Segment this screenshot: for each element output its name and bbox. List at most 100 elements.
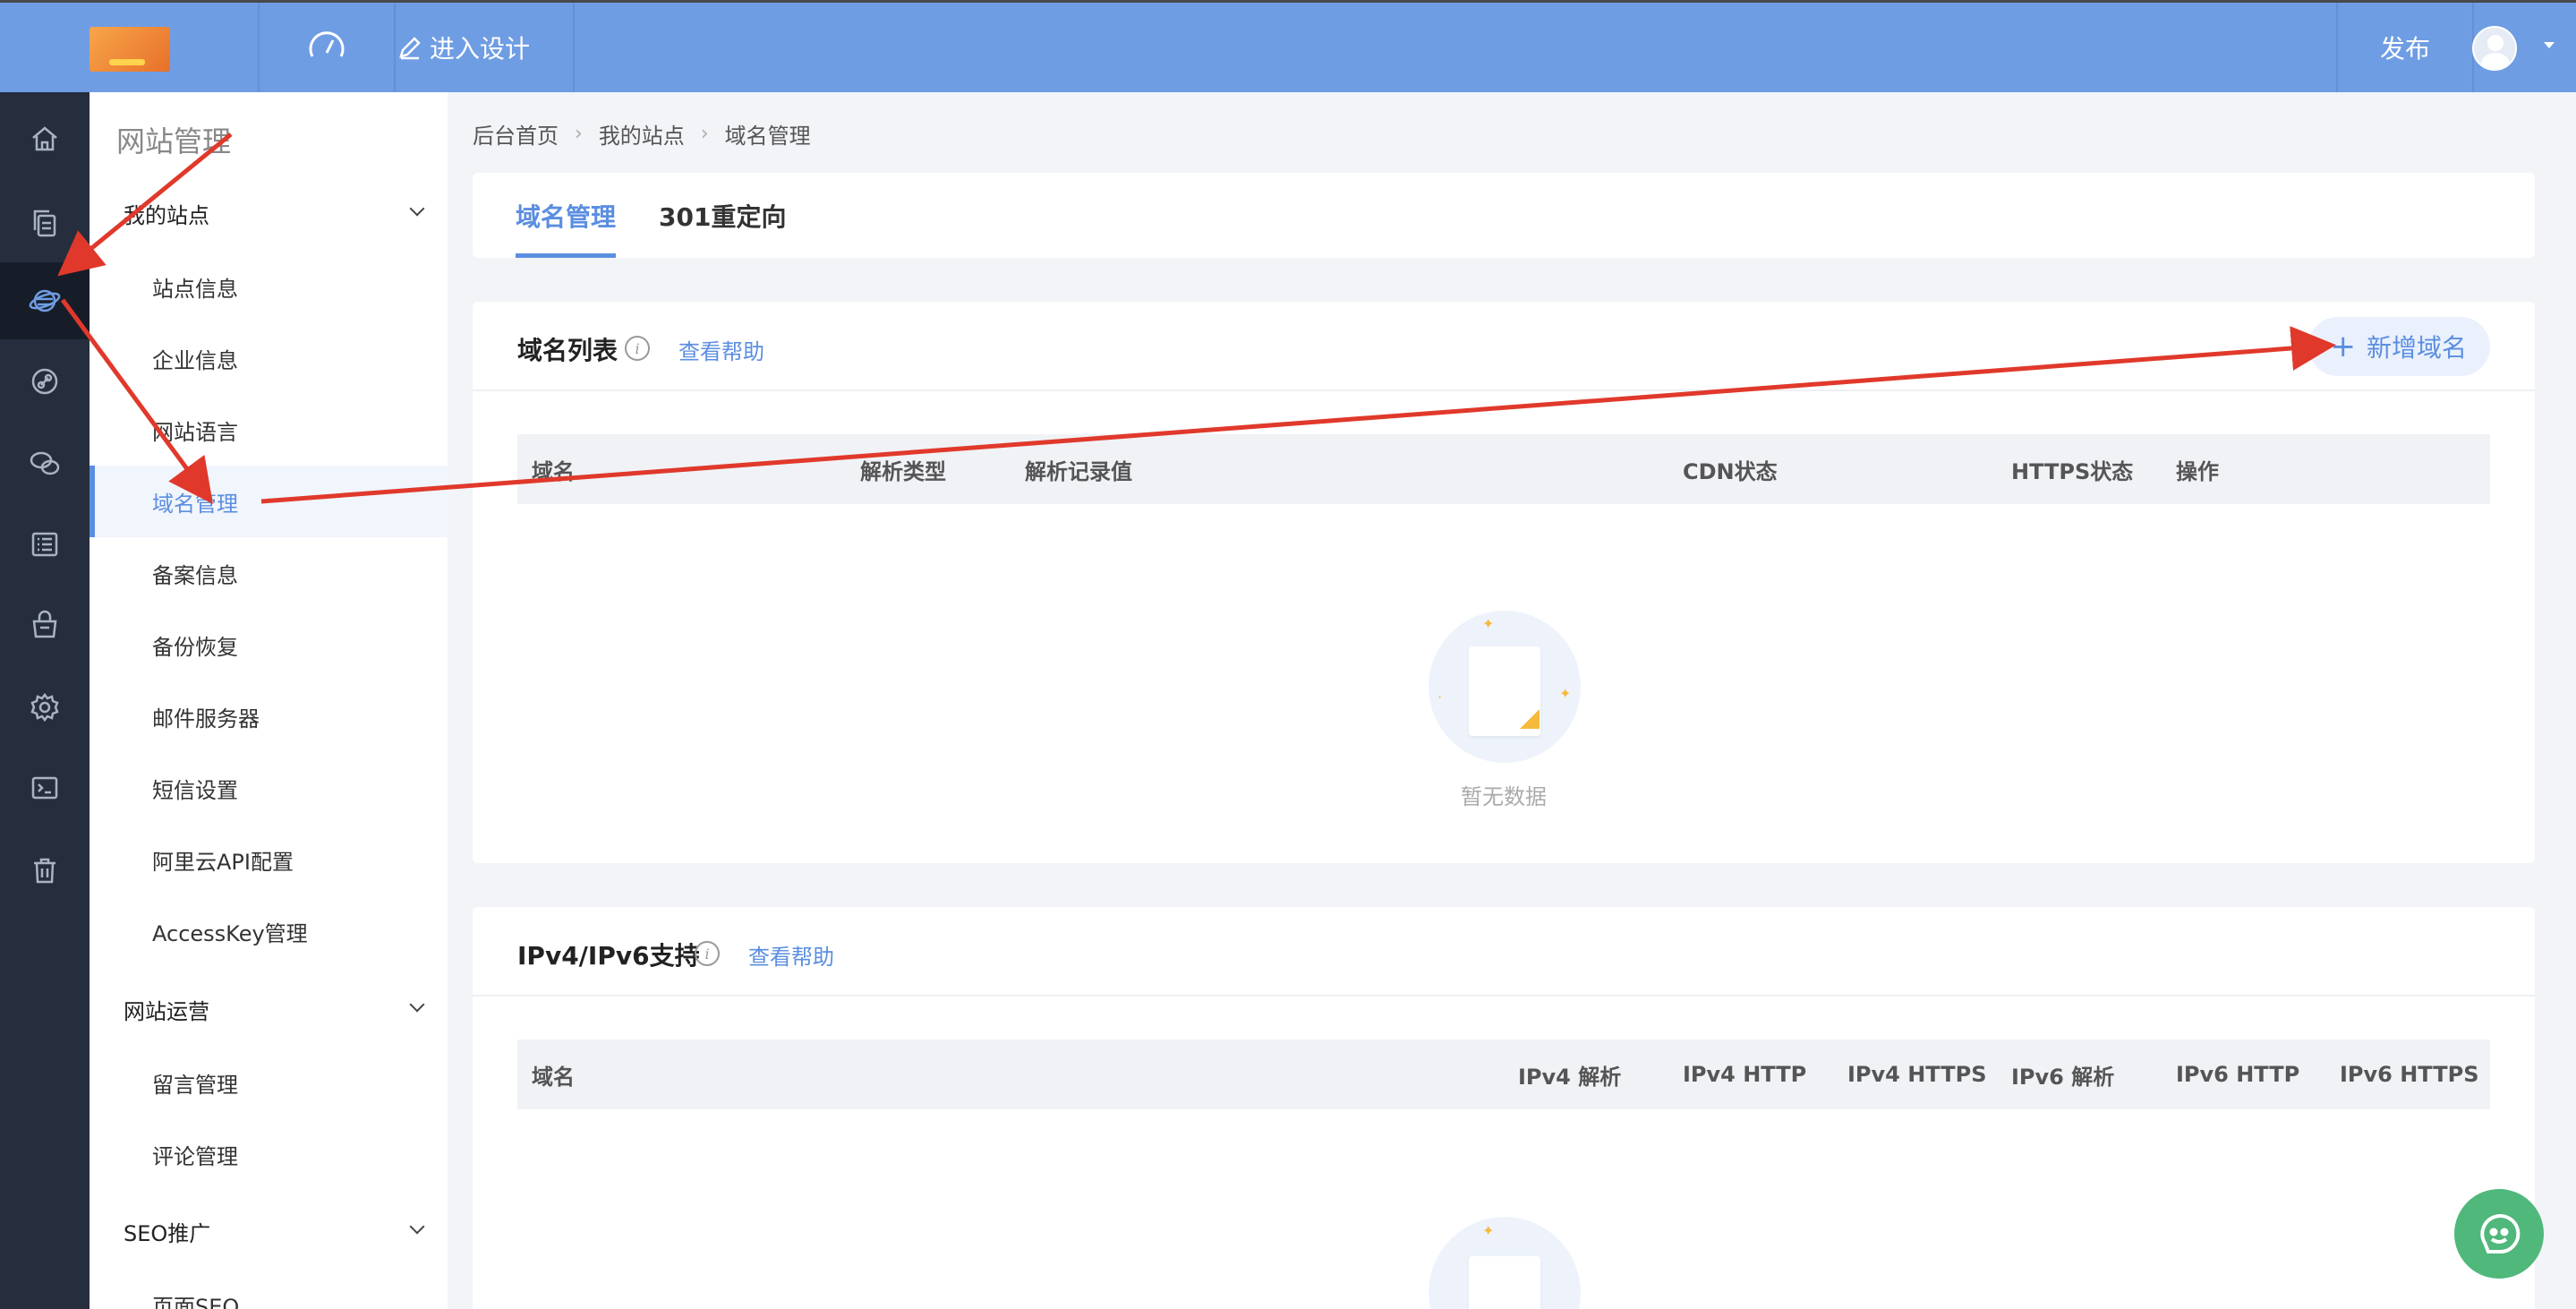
top-bar: 进入设计 发布	[0, 0, 2576, 92]
rail-home[interactable]	[0, 100, 90, 177]
wechat-icon	[30, 451, 60, 475]
menu-group-seo[interactable]: SEO推广	[124, 1216, 428, 1247]
link-icon	[31, 368, 58, 395]
dashboard-speed-button[interactable]	[260, 3, 394, 92]
speedometer-icon	[309, 31, 345, 57]
breadcrumb-my-sites[interactable]: 我的站点	[599, 118, 685, 150]
menu-group-label: 网站运营	[124, 999, 209, 1024]
tab-domain-management[interactable]: 域名管理	[516, 173, 617, 258]
ipv-support-card: IPv4/IPv6支持 i 查看帮助 域名 IPv4 解析 IPv4 HTTP …	[473, 907, 2535, 1309]
publish-button[interactable]: 发布	[2338, 3, 2472, 92]
home-icon	[32, 126, 57, 151]
menu-item-page-seo[interactable]: 页面SEO	[90, 1269, 448, 1309]
list-icon	[31, 532, 58, 557]
chevron-right-icon: ›	[575, 123, 583, 145]
add-domain-label: 新增域名	[2366, 333, 2467, 363]
column-header: 解析类型	[860, 458, 946, 484]
chevron-down-icon	[409, 1219, 425, 1235]
menu-item-icp-info[interactable]: 备案信息	[90, 537, 448, 609]
menu-item-mail-server[interactable]: 邮件服务器	[90, 680, 448, 752]
rail-store[interactable]	[0, 586, 90, 663]
column-header: IPv4 HTTP	[1683, 1062, 1807, 1087]
rail-terminal[interactable]	[0, 749, 90, 826]
rail-links[interactable]	[0, 343, 90, 420]
column-header: IPv4 HTTPS	[1847, 1062, 1987, 1087]
help-link[interactable]: 查看帮助	[678, 334, 764, 365]
terminal-icon	[31, 776, 58, 800]
gear-icon	[30, 692, 59, 723]
tab-301-redirect[interactable]: 301重定向	[659, 173, 786, 258]
column-header: IPv6 HTTP	[2176, 1062, 2300, 1087]
menu-group-label: SEO推广	[124, 1221, 211, 1246]
menu-group-operations[interactable]: 网站运营	[124, 994, 428, 1025]
document-icon	[1469, 1256, 1540, 1309]
menu-item-aliyun-api[interactable]: 阿里云API配置	[90, 824, 448, 895]
store-icon	[32, 610, 57, 638]
menu-item-site-info[interactable]: 站点信息	[90, 251, 448, 322]
ipv-table-header: 域名 IPv4 解析 IPv4 HTTP IPv4 HTTPS IPv6 解析 …	[517, 1040, 2490, 1109]
sparkle-icon: ✦	[1482, 1222, 1495, 1239]
chevron-right-icon: ›	[700, 123, 709, 145]
globe-icon	[29, 289, 61, 312]
rail-wechat[interactable]	[0, 425, 90, 502]
column-header: 域名	[532, 458, 575, 484]
menu-item-company-info[interactable]: 企业信息	[90, 322, 448, 394]
menu-item-site-language[interactable]: 网站语言	[90, 394, 448, 466]
trash-icon	[34, 858, 55, 884]
menu-item-domain-management[interactable]: 域名管理	[90, 466, 448, 537]
side-menu: 网站管理 我的站点 站点信息 企业信息 网站语言 域名管理 备案信息 备份恢复 …	[90, 92, 448, 1309]
menu-item-backup-restore[interactable]: 备份恢复	[90, 609, 448, 680]
ipv-header: IPv4/IPv6支持 i 查看帮助	[473, 907, 2535, 997]
info-icon[interactable]: i	[625, 336, 650, 361]
column-header: IPv6 解析	[2011, 1064, 2115, 1090]
column-header: 操作	[2176, 458, 2219, 484]
publish-label: 发布	[2379, 34, 2430, 64]
icon-rail	[0, 92, 90, 1309]
menu-item-messages[interactable]: 留言管理	[90, 1047, 448, 1118]
user-avatar[interactable]	[2472, 26, 2517, 71]
empty-text: 暂无数据	[1461, 784, 1547, 809]
site-logo[interactable]	[90, 27, 170, 72]
column-header: IPv4 解析	[1518, 1064, 1622, 1090]
add-domain-button[interactable]: + 新增域名	[2308, 317, 2490, 376]
caret-down-icon[interactable]	[2544, 42, 2555, 48]
tabs-card: 域名管理 301重定向	[473, 173, 2535, 258]
rail-trash[interactable]	[0, 832, 90, 909]
domain-table-header: 域名 解析类型 解析记录值 CDN状态 HTTPS状态 操作	[517, 434, 2490, 504]
rail-pages[interactable]	[0, 184, 90, 261]
rail-website[interactable]	[0, 262, 90, 339]
sparkle-icon: ✦	[1559, 685, 1572, 702]
domain-list-card: 域名列表 i 查看帮助 + 新增域名 域名 解析类型 解析记录值 CDN状态 H…	[473, 302, 2535, 863]
chat-icon	[2480, 1214, 2521, 1254]
menu-item-accesskey[interactable]: AccessKey管理	[90, 895, 448, 967]
menu-item-comments[interactable]: 评论管理	[90, 1118, 448, 1190]
domain-list-title: 域名列表	[517, 336, 618, 365]
column-header: 域名	[532, 1064, 575, 1090]
column-header: 解析记录值	[1025, 458, 1132, 484]
pencil-icon	[399, 37, 421, 60]
rail-settings[interactable]	[0, 669, 90, 746]
menu-group-my-sites[interactable]: 我的站点	[124, 198, 428, 229]
divider	[573, 3, 575, 92]
breadcrumb-home[interactable]: 后台首页	[473, 118, 559, 150]
enter-design-button[interactable]: 进入设计	[394, 3, 573, 92]
pages-icon	[33, 210, 56, 237]
ipv-title: IPv4/IPv6支持	[517, 941, 700, 971]
chevron-down-icon	[409, 201, 425, 217]
column-header: IPv6 HTTPS	[2340, 1062, 2479, 1087]
menu-item-sms-settings[interactable]: 短信设置	[90, 752, 448, 824]
breadcrumb-current: 域名管理	[724, 124, 811, 149]
sparkle-icon: ·	[1437, 689, 1443, 706]
help-link[interactable]: 查看帮助	[748, 939, 834, 971]
column-header: CDN状态	[1683, 458, 1778, 484]
plus-icon: +	[2330, 329, 2356, 364]
domain-list-header: 域名列表 i 查看帮助 + 新增域名	[473, 302, 2535, 391]
side-menu-title: 网站管理	[116, 124, 232, 158]
column-header: HTTPS状态	[2011, 458, 2134, 484]
rail-list[interactable]	[0, 506, 90, 583]
menu-group-label: 我的站点	[124, 203, 209, 228]
customer-service-button[interactable]	[2454, 1189, 2544, 1279]
sparkle-icon: ✦	[1482, 615, 1495, 632]
enter-design-label: 进入设计	[430, 34, 531, 64]
info-icon[interactable]: i	[695, 941, 720, 966]
